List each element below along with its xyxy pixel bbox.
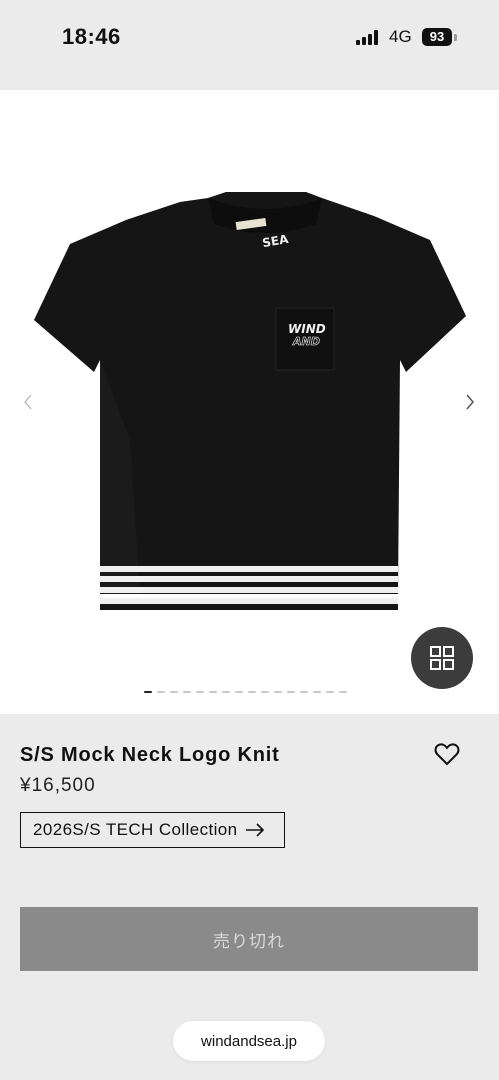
pagination-dot[interactable] (261, 691, 269, 693)
gallery-pagination[interactable] (144, 690, 347, 694)
network-type: 4G (389, 27, 412, 46)
pagination-dot[interactable] (300, 691, 308, 693)
pocket-print-top: WIND (288, 322, 326, 336)
product-price: ¥16,500 (20, 775, 96, 796)
battery-icon: 93 (422, 28, 452, 46)
pagination-dot[interactable] (209, 691, 217, 693)
signal-icon (356, 30, 382, 45)
product-info: S/S Mock Neck Logo Knit ¥16,500 2026S/S … (0, 714, 499, 1080)
pagination-dot[interactable] (144, 691, 152, 693)
pagination-dot[interactable] (274, 691, 282, 693)
pocket-print-bottom: AND (292, 335, 320, 348)
pagination-dot[interactable] (339, 691, 347, 693)
grid-icon (430, 646, 454, 670)
status-bar: 18:46 4G 93 (0, 0, 499, 90)
favorite-button[interactable] (434, 742, 460, 766)
tshirt-image: SEA WIND AND (34, 192, 466, 610)
grid-view-button[interactable] (411, 627, 473, 689)
prev-image-button[interactable] (18, 390, 38, 414)
pagination-dot[interactable] (235, 691, 243, 693)
next-image-button[interactable] (460, 390, 480, 414)
chevron-left-icon (24, 394, 32, 410)
arrow-right-icon (245, 823, 265, 837)
pagination-dot[interactable] (222, 691, 230, 693)
pagination-dot[interactable] (313, 691, 321, 693)
pagination-dot[interactable] (326, 691, 334, 693)
sold-out-button[interactable]: 売り切れ (20, 907, 478, 971)
pagination-dot[interactable] (287, 691, 295, 693)
pagination-dot[interactable] (170, 691, 178, 693)
pagination-dot[interactable] (248, 691, 256, 693)
collection-label: 2026S/S TECH Collection (33, 820, 238, 839)
chevron-right-icon (466, 394, 474, 410)
product-title: S/S Mock Neck Logo Knit (20, 744, 280, 766)
battery-tip (454, 34, 457, 41)
pagination-dot[interactable] (157, 691, 165, 693)
pagination-dot[interactable] (183, 691, 191, 693)
pagination-dot[interactable] (196, 691, 204, 693)
status-time: 18:46 (62, 24, 121, 49)
collection-link[interactable]: 2026S/S TECH Collection (20, 812, 285, 848)
heart-icon (434, 743, 460, 766)
product-gallery[interactable]: SEA WIND AND (0, 90, 499, 714)
browser-url-bar[interactable]: windandsea.jp (173, 1021, 325, 1061)
